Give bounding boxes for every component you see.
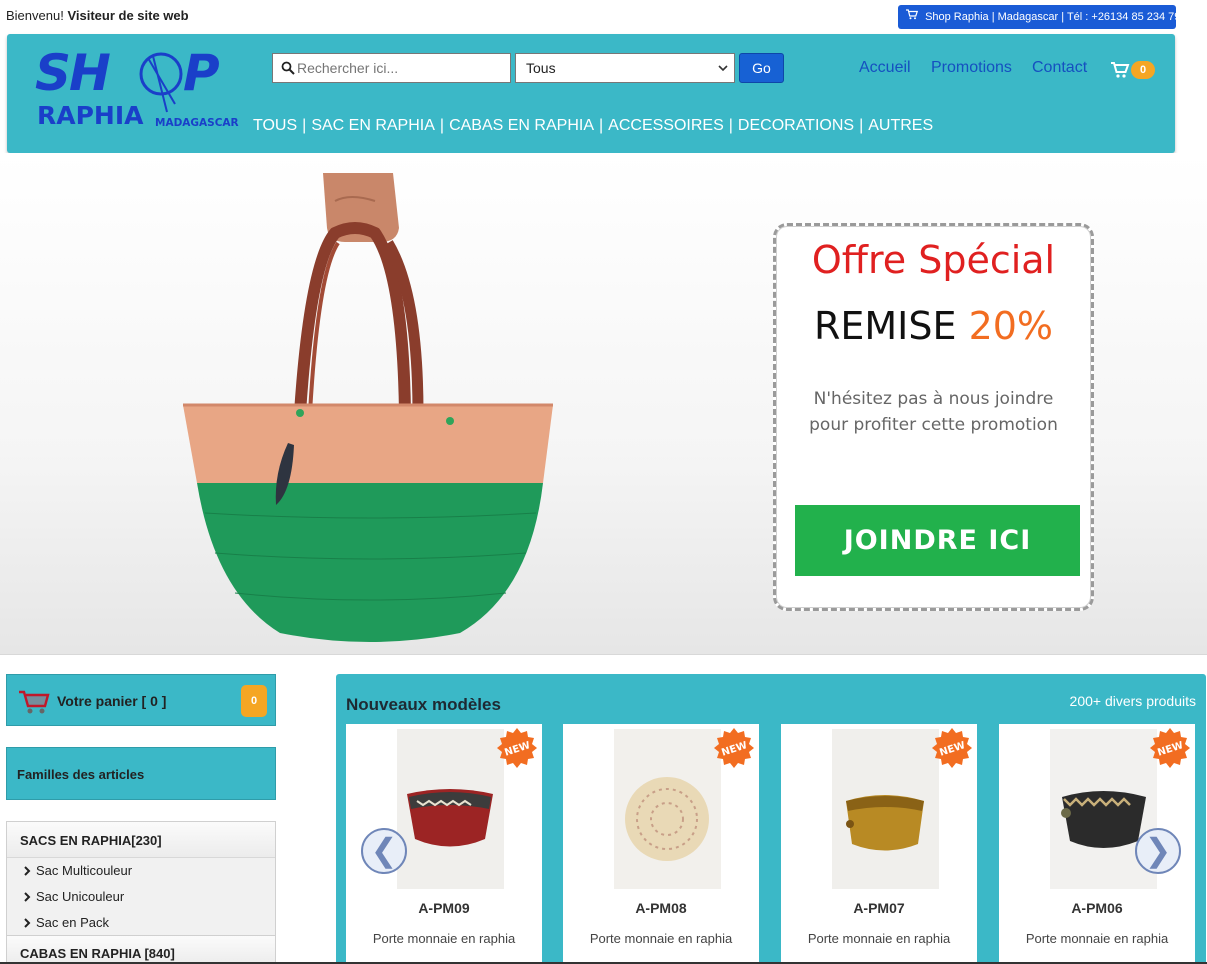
family-item-unicouleur[interactable]: Sac Unicouleur xyxy=(7,884,275,910)
new-badge-icon: NEW xyxy=(932,728,972,768)
product-image[interactable] xyxy=(397,729,504,889)
carousel-prev-button[interactable]: ❮ xyxy=(361,828,407,874)
category-link-cabas-en-raphia[interactable]: CABAS EN RAPHIA xyxy=(449,117,594,134)
family-item-pack[interactable]: Sac en Pack xyxy=(7,910,275,936)
cart-count-badge: 0 xyxy=(241,685,267,717)
hero-banner: Offre Spécial REMISE 20% N'hésitez pas à… xyxy=(0,153,1207,655)
product-desc: Porte monnaie en raphia xyxy=(807,931,951,946)
product-ref[interactable]: A-PM07 xyxy=(781,900,977,916)
family-item-label: Sac Unicouleur xyxy=(36,889,125,904)
family-item-label: Sac Multicouleur xyxy=(36,863,133,878)
product-desc: Porte monnaie en raphia xyxy=(589,931,733,946)
category-link-autres[interactable]: AUTRES xyxy=(868,117,933,134)
chevron-down-icon xyxy=(718,65,728,72)
product-ref[interactable]: A-PM09 xyxy=(346,900,542,916)
promo-remise-label: REMISE xyxy=(813,304,957,348)
welcome-label: Bienvenu! xyxy=(6,8,64,23)
new-models-panel: Nouveaux modèles 200+ divers produits NE… xyxy=(336,674,1206,964)
category-link-accessoires[interactable]: ACCESSOIRES xyxy=(608,117,724,134)
product-card[interactable]: NEW A-PM07 Porte monnaie en raphia xyxy=(781,724,977,964)
chevron-left-icon: ❮ xyxy=(370,832,398,868)
category-link-sac-en-raphia[interactable]: SAC EN RAPHIA xyxy=(311,117,435,134)
category-separator: | xyxy=(599,117,604,134)
category-select[interactable]: Tous xyxy=(515,53,735,83)
special-offer-card: Offre Spécial REMISE 20% N'hésitez pas à… xyxy=(773,223,1094,611)
category-separator: | xyxy=(439,117,445,134)
go-button[interactable]: Go xyxy=(739,53,784,83)
raffia-bag-image[interactable] xyxy=(160,173,580,643)
product-card[interactable]: NEW A-PM08 Porte monnaie en raphia xyxy=(563,724,759,964)
category-separator: | xyxy=(302,117,307,134)
family-head-sacs[interactable]: SACS EN RAPHIA[230] xyxy=(7,822,275,858)
chevron-right-icon: ❯ xyxy=(1144,832,1172,868)
new-badge-icon: NEW xyxy=(714,728,754,768)
chevron-right-icon xyxy=(24,866,31,876)
search-field[interactable] xyxy=(272,53,511,83)
category-separator: | xyxy=(859,117,864,134)
svg-text:MADAGASCAR: MADAGASCAR xyxy=(155,117,239,129)
nav-promotions-link[interactable]: Promotions xyxy=(931,59,1012,77)
promo-text-line1: N'hésitez pas à nous joindre xyxy=(813,389,1054,409)
category-link-decorations[interactable]: DECORATIONS xyxy=(738,117,854,134)
cart-label: Votre panier [ 0 ] xyxy=(57,693,167,709)
family-item-label: Sac en Pack xyxy=(36,915,109,930)
category-nav: TOUS | SAC EN RAPHIA | CABAS EN RAPHIA | ACCES… xyxy=(253,117,933,135)
svg-text:RAPHIA: RAPHIA xyxy=(37,101,144,130)
category-link-tous[interactable]: TOUS xyxy=(253,117,297,134)
sidebar-cart[interactable]: Votre panier [ 0 ] 0 xyxy=(6,674,276,726)
carousel-next-button[interactable]: ❯ xyxy=(1135,828,1181,874)
svg-text:SH: SH xyxy=(35,46,110,102)
product-desc: Porte monnaie en raphia xyxy=(1025,931,1169,946)
chevron-right-icon xyxy=(24,918,31,928)
family-item-multicouleur[interactable]: Sac Multicouleur xyxy=(7,858,275,884)
category-separator: | xyxy=(728,117,733,134)
promo-percent: 20% xyxy=(968,304,1054,348)
search-icon xyxy=(281,61,295,75)
product-image[interactable] xyxy=(832,729,939,889)
promo-text-line2: pour profiter cette promotion xyxy=(809,415,1058,435)
svg-text:P: P xyxy=(183,46,220,102)
join-button[interactable]: JOINDRE ICI xyxy=(795,505,1080,576)
family-head-cabas[interactable]: CABAS EN RAPHIA [840] xyxy=(7,936,275,964)
promo-discount: REMISE 20% xyxy=(776,304,1091,348)
chevron-right-icon xyxy=(24,892,31,902)
new-badge-icon: NEW xyxy=(497,728,537,768)
welcome-text: Bienvenu! Visiteur de site web xyxy=(6,8,189,23)
search-input[interactable] xyxy=(297,60,497,76)
promo-description: N'hésitez pas à nous joindre pour profit… xyxy=(786,386,1081,438)
product-image[interactable] xyxy=(614,729,721,889)
cart-icon[interactable] xyxy=(1110,61,1130,79)
new-models-title: Nouveaux modèles xyxy=(346,695,501,714)
nav-home-link[interactable]: Accueil xyxy=(859,59,911,77)
new-badge-icon: NEW xyxy=(1150,728,1190,768)
cart-count-badge: 0 xyxy=(1131,61,1155,79)
promo-title: Offre Spécial xyxy=(811,238,1056,282)
shop-raphia-logo[interactable]: SH P RAPHIA MADAGASCAR xyxy=(35,46,241,132)
product-ref[interactable]: A-PM06 xyxy=(999,900,1195,916)
article-families-header: Familles des articles xyxy=(6,747,276,800)
families-label: Familles des articles xyxy=(17,767,145,782)
cart-icon xyxy=(906,9,918,20)
visitor-name: Visiteur de site web xyxy=(67,8,189,23)
contact-phone-button[interactable]: Shop Raphia | Madagascar | Tél : +26134 … xyxy=(898,5,1176,29)
contact-phone-label: Shop Raphia | Madagascar | Tél : +26134 … xyxy=(925,11,1176,23)
family-group-sacs: SACS EN RAPHIA[230] Sac Multicouleur Sac… xyxy=(6,821,276,936)
family-group-cabas: CABAS EN RAPHIA [840] xyxy=(6,935,276,964)
product-ref[interactable]: A-PM08 xyxy=(563,900,759,916)
site-header: SH P RAPHIA MADAGASCAR Tous Go Accueil P… xyxy=(7,34,1175,153)
product-count: 200+ divers produits xyxy=(1069,693,1196,709)
nav-contact-link[interactable]: Contact xyxy=(1032,59,1087,77)
category-select-value: Tous xyxy=(526,60,556,76)
shopping-cart-icon xyxy=(19,690,50,714)
product-desc: Porte monnaie en raphia xyxy=(372,931,516,946)
